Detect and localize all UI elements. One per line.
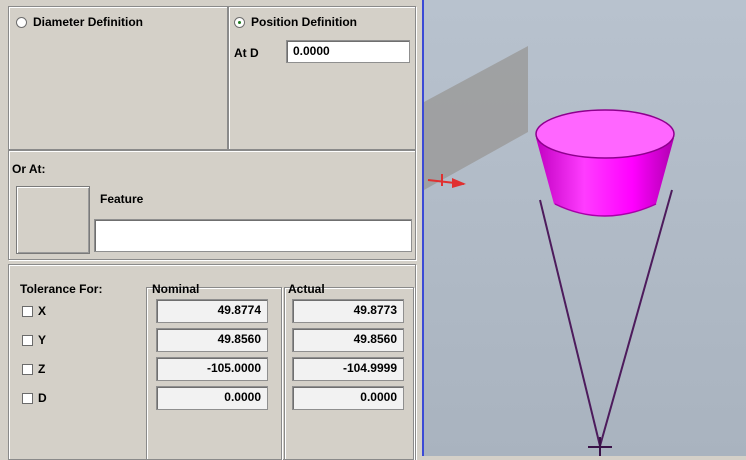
- axis-label-y: Y: [38, 333, 47, 347]
- diameter-definition-radio[interactable]: Diameter Definition: [16, 15, 143, 29]
- reference-plane[interactable]: [424, 46, 528, 190]
- tolerance-check-z[interactable]: Z: [22, 362, 45, 376]
- feature-input[interactable]: [94, 219, 412, 252]
- position-definition-radio[interactable]: Position Definition: [234, 15, 357, 29]
- actual-x-value[interactable]: 49.8773: [292, 299, 404, 323]
- actual-header: Actual: [288, 282, 325, 296]
- checkbox[interactable]: [22, 363, 33, 375]
- or-at-label: Or At:: [12, 162, 46, 176]
- axis-label-x: X: [38, 304, 47, 318]
- nominal-y-value[interactable]: 49.8560: [156, 328, 268, 352]
- tolerance-check-y[interactable]: Y: [22, 333, 46, 347]
- actual-z-value[interactable]: -104.9999: [292, 357, 404, 381]
- nominal-d-value[interactable]: 0.0000: [156, 386, 268, 410]
- cad-3d-viewport[interactable]: [422, 0, 746, 456]
- feature-label: Feature: [100, 192, 144, 206]
- nominal-x-value[interactable]: 49.8774: [156, 299, 268, 323]
- radio-button-checked[interactable]: [234, 16, 245, 28]
- cone-edge-left: [539, 199, 601, 447]
- tolerance-for-label: Tolerance For:: [20, 282, 103, 296]
- at-d-input[interactable]: 0.0000: [286, 40, 410, 63]
- checkbox[interactable]: [22, 392, 33, 404]
- actual-d-value[interactable]: 0.0000: [292, 386, 404, 410]
- cone-feature[interactable]: [535, 109, 675, 217]
- cone-edge-right: [599, 189, 673, 447]
- at-d-label: At D: [234, 46, 259, 60]
- diameter-definition-label: Diameter Definition: [33, 15, 144, 29]
- position-definition-label: Position Definition: [251, 15, 357, 29]
- feature-pick-button[interactable]: [16, 186, 90, 254]
- actual-y-value[interactable]: 49.8560: [292, 328, 404, 352]
- dimension-dialog-panel: Diameter Definition Position Definition …: [0, 0, 420, 460]
- checkbox[interactable]: [22, 305, 33, 317]
- apex-point-icon: [588, 437, 612, 456]
- tolerance-check-d[interactable]: D: [22, 391, 47, 405]
- viewport-scene: [424, 46, 675, 456]
- nominal-header: Nominal: [152, 282, 200, 296]
- checkbox[interactable]: [22, 334, 33, 346]
- radio-button-unchecked[interactable]: [16, 16, 27, 28]
- axis-label-z: Z: [38, 362, 46, 376]
- axis-label-d: D: [38, 391, 47, 405]
- nominal-z-value[interactable]: -105.0000: [156, 357, 268, 381]
- tolerance-check-x[interactable]: X: [22, 304, 46, 318]
